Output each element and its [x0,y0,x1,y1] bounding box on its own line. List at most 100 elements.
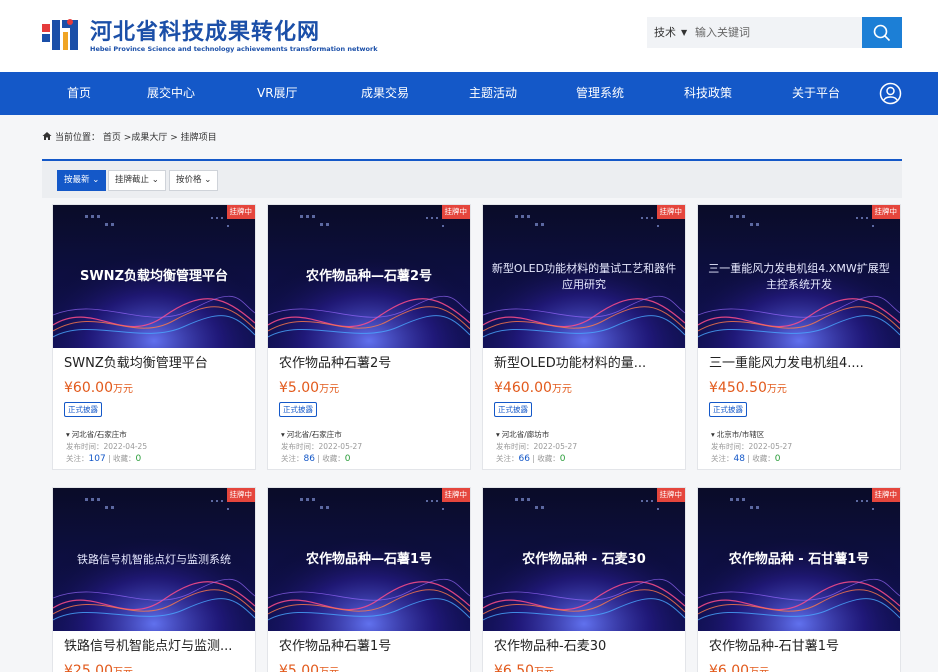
project-card[interactable]: 三一重能风力发电机组4.XMW扩展型主控系统开发 挂牌中 三一重能风力发电机组4… [697,204,901,470]
price-unit: 万元 [319,384,340,395]
project-title[interactable]: 新型OLED功能材料的量... [494,355,680,373]
price-unit: 万元 [113,667,133,672]
project-title[interactable]: SWNZ负载均衡管理平台 [64,355,250,373]
nav-item-vr-hall[interactable]: VR展厅 [257,72,298,115]
breadcrumb: 当前位置： 首页 >成果大厅 > 挂牌项目 [42,131,217,143]
sort-price-button[interactable]: 按价格 ⌄ [169,170,219,191]
price-unit: 万元 [766,384,787,395]
nav-item-about[interactable]: 关于平台 [792,72,840,115]
sort-deadline-button[interactable]: 挂牌截止 ⌄ [108,170,166,191]
search-bar: 技术 ▼ [647,17,902,48]
project-card[interactable]: 农作物品种 - 石麦30 挂牌中 农作物品种-石麦30 ¥6.50万元 [482,487,686,672]
publish-date-value: 2022-05-27 [318,442,363,451]
follow-label: 关注： [496,454,519,463]
caret-down-icon[interactable]: ▼ [681,17,687,48]
project-title[interactable]: 农作物品种-石麦30 [494,638,680,656]
nav-item-trading[interactable]: 成果交易 [361,72,409,115]
project-price: ¥5.00万元 [279,661,339,672]
project-price: ¥6.00万元 [709,661,769,672]
sort-bar: 按最新 ⌄ 挂牌截止 ⌄ 按价格 ⌄ [42,161,902,198]
logo-emblem-icon [42,19,78,50]
project-price: ¥60.00万元 [64,378,133,398]
project-location: ▾ 北京市/市辖区 [711,429,764,440]
project-stats: 关注：107 | 收藏：0 [66,454,142,464]
project-card[interactable]: SWNZ负载均衡管理平台 挂牌中 SWNZ负载均衡管理平台 ¥60.00万元 正… [52,204,256,470]
project-price: ¥25.00万元 [64,661,133,672]
publish-date-label: 发布时间： [281,442,319,451]
favorite-label: 收藏： [322,454,345,463]
currency-symbol: ¥ [494,663,503,672]
search-button[interactable] [862,17,902,48]
price-unit: 万元 [534,667,554,672]
breadcrumb-hall-link[interactable]: 成果大厅 [131,133,167,143]
price-value: 450.50 [717,380,767,396]
project-thumbnail[interactable]: 农作物品种—石薯1号 挂牌中 [268,488,470,631]
project-stats: 关注：66 | 收藏：0 [496,454,566,464]
project-title[interactable]: 铁路信号机智能点灯与监测... [64,638,250,656]
project-thumbnail[interactable]: SWNZ负载均衡管理平台 挂牌中 [53,205,255,348]
location-pin-icon: ▾ [496,430,500,439]
project-thumbnail[interactable]: 新型OLED功能材料的量试工艺和器件应用研究 挂牌中 [483,205,685,348]
project-location: ▾ 河北省/廊坊市 [496,429,549,440]
project-thumbnail[interactable]: 农作物品种 - 石麦30 挂牌中 [483,488,685,631]
location-text: 河北省/石家庄市 [71,430,127,439]
search-category-select[interactable]: 技术 [654,17,676,48]
nav-item-policy[interactable]: 科技政策 [684,72,732,115]
project-card[interactable]: 铁路信号机智能点灯与监测系统 挂牌中 铁路信号机智能点灯与监测... ¥25.0… [52,487,256,672]
logo-title: 河北省科技成果转化网 [90,20,321,45]
chevron-down-icon: ⌄ [151,175,159,185]
project-title[interactable]: 农作物品种石薯1号 [279,638,465,656]
currency-symbol: ¥ [64,380,73,396]
publish-date-value: 2022-05-27 [533,442,578,451]
price-unit: 万元 [551,384,572,395]
project-location: ▾ 河北省/石家庄市 [66,429,127,440]
nav-item-home[interactable]: 首页 [67,72,91,115]
listing-status-badge: 挂牌中 [226,488,255,502]
follow-count: 86 [303,454,315,464]
publish-date-label: 发布时间： [66,442,104,451]
currency-symbol: ¥ [279,663,288,672]
thumbnail-title: 农作物品种—石薯1号 [305,551,433,567]
project-price: ¥450.50万元 [709,378,787,398]
location-text: 河北省/廊坊市 [501,430,550,439]
currency-symbol: ¥ [64,663,73,672]
listing-status-badge: 挂牌中 [441,205,470,219]
price-value: 6.50 [502,663,535,672]
nav-item-events[interactable]: 主题活动 [469,72,517,115]
follow-label: 关注： [711,454,734,463]
project-thumbnail[interactable]: 铁路信号机智能点灯与监测系统 挂牌中 [53,488,255,631]
search-icon [873,24,891,42]
project-thumbnail[interactable]: 农作物品种—石薯2号 挂牌中 [268,205,470,348]
nav-item-exhibition[interactable]: 展交中心 [147,72,195,115]
thumbnail-title: 铁路信号机智能点灯与监测系统 [77,552,231,566]
favorite-label: 收藏： [537,454,560,463]
project-title[interactable]: 农作物品种石薯2号 [279,355,465,373]
price-value: 25.00 [72,663,114,672]
follow-count: 107 [88,454,106,464]
user-icon[interactable] [879,82,902,105]
sort-latest-button[interactable]: 按最新 ⌄ [57,170,107,191]
search-input[interactable] [695,17,855,48]
project-card[interactable]: 新型OLED功能材料的量试工艺和器件应用研究 挂牌中 新型OLED功能材料的量.… [482,204,686,470]
price-unit: 万元 [319,667,339,672]
publish-date: 发布时间：2022-05-27 [496,441,577,452]
breadcrumb-home-link[interactable]: 首页 [103,133,121,143]
site-logo[interactable]: 河北省科技成果转化网 Hebei Province Science and te… [40,10,400,60]
price-value: 6.00 [717,663,750,672]
price-value: 60.00 [72,380,114,396]
project-title[interactable]: 农作物品种-石甘薯1号 [709,638,895,656]
listing-status-badge: 挂牌中 [226,205,255,219]
project-stats: 关注：48 | 收藏：0 [711,454,781,464]
project-thumbnail[interactable]: 三一重能风力发电机组4.XMW扩展型主控系统开发 挂牌中 [698,205,900,348]
location-text: 北京市/市辖区 [716,430,765,439]
project-card[interactable]: 农作物品种 - 石甘薯1号 挂牌中 农作物品种-石甘薯1号 ¥6.00万元 [697,487,901,672]
project-card[interactable]: 农作物品种—石薯2号 挂牌中 农作物品种石薯2号 ¥5.00万元 正式披露 ▾ 河… [267,204,471,470]
project-card[interactable]: 农作物品种—石薯1号 挂牌中 农作物品种石薯1号 ¥5.00万元 [267,487,471,672]
nav-item-management[interactable]: 管理系统 [576,72,624,115]
disclosure-tag: 正式披露 [494,402,532,417]
project-title[interactable]: 三一重能风力发电机组4.... [709,355,895,373]
favorite-count: 0 [559,454,566,464]
logo-subtitle: Hebei Province Science and technology ac… [90,45,378,53]
project-thumbnail[interactable]: 农作物品种 - 石甘薯1号 挂牌中 [698,488,900,631]
follow-label: 关注： [281,454,304,463]
